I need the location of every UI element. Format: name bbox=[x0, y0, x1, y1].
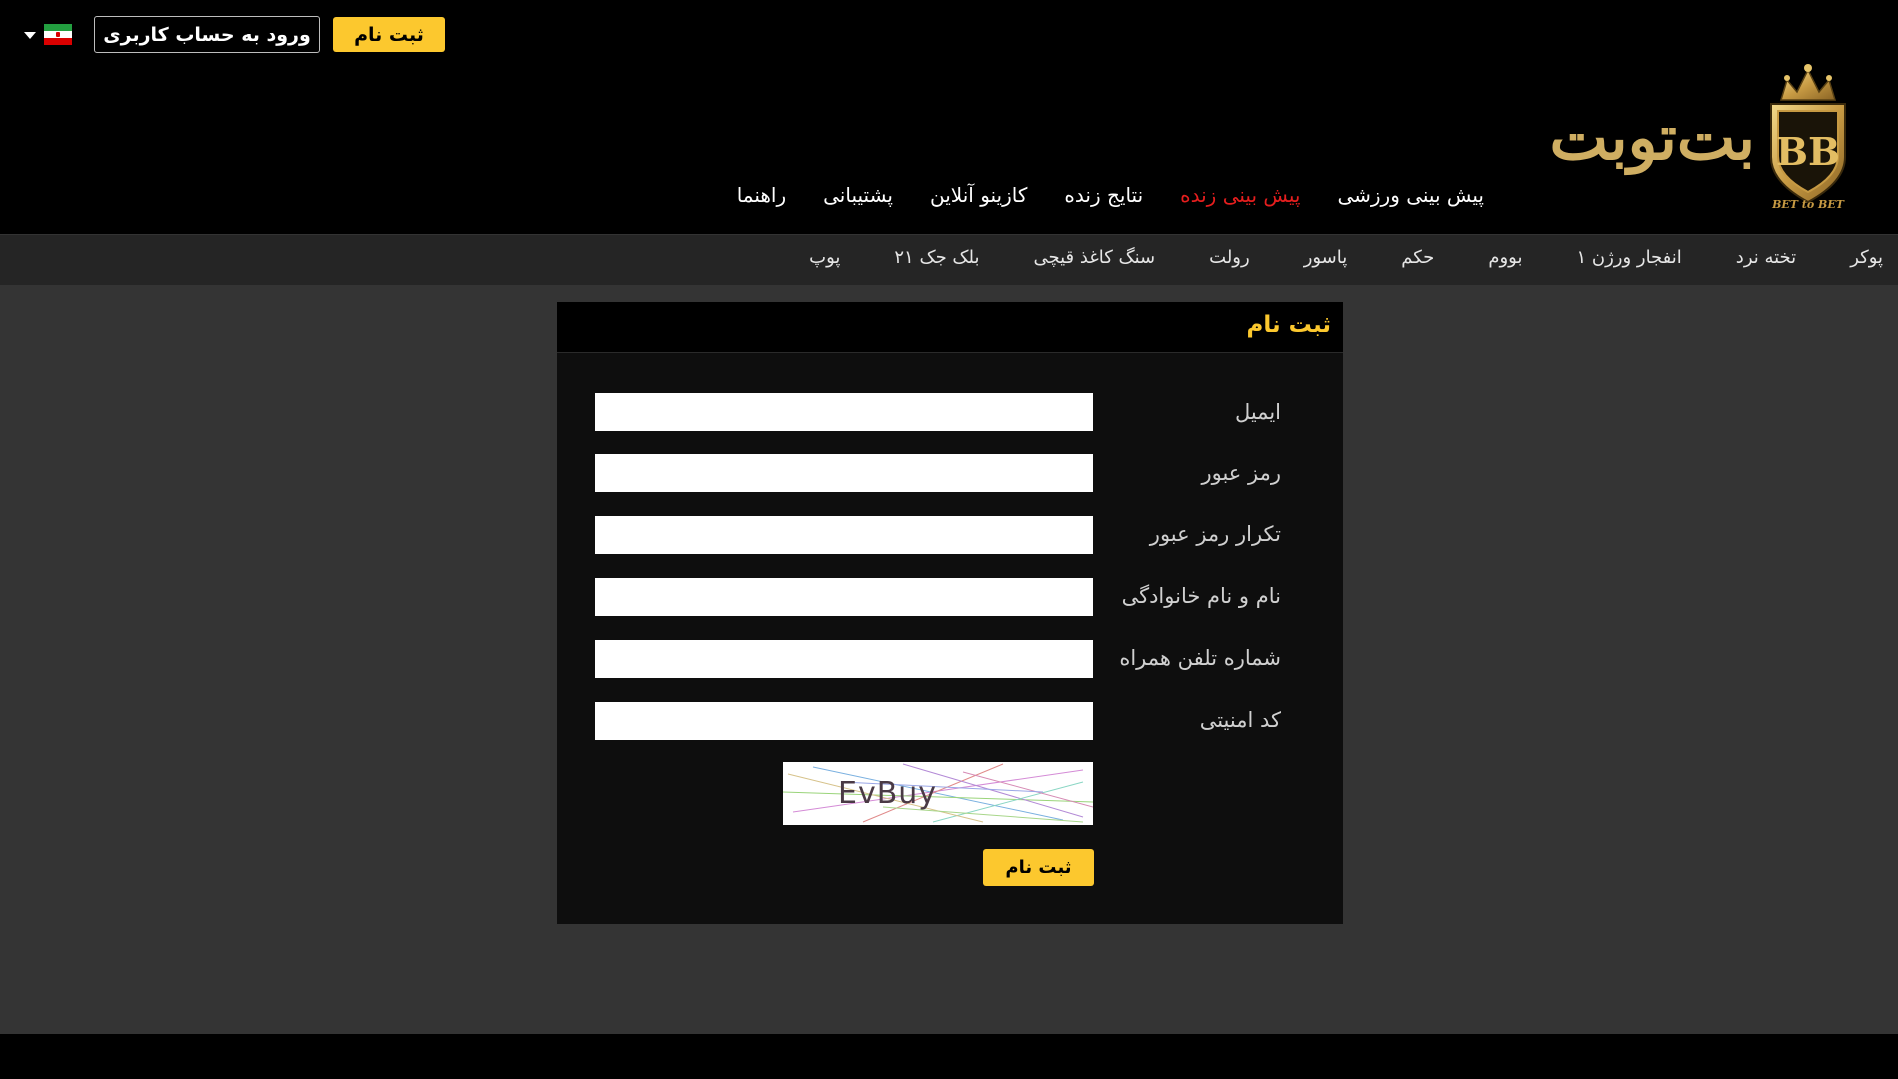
password-confirm-label: تکرار رمز عبور bbox=[1149, 522, 1281, 546]
password-field[interactable] bbox=[595, 454, 1093, 492]
game-link-pasoor[interactable]: پاسور bbox=[1304, 247, 1348, 268]
nav-help[interactable]: راهنما bbox=[737, 183, 786, 207]
game-link-rock-paper-scissors[interactable]: سنگ کاغذ قیچی bbox=[1034, 247, 1156, 268]
crown-shield-emblem: BB BET to BET bbox=[1770, 64, 1846, 211]
mobile-label: شماره تلفن همراه bbox=[1119, 646, 1281, 670]
site-header: ثبت نام ورود به حساب کاربری بت‌توبت bbox=[0, 0, 1898, 234]
game-link-blackjack[interactable]: بلک جک ۲۱ bbox=[894, 247, 979, 268]
game-link-hokm[interactable]: حکم bbox=[1401, 247, 1434, 268]
panel-header: ثبت نام bbox=[557, 302, 1343, 353]
game-link-pop[interactable]: پوپ bbox=[809, 247, 840, 268]
nav-support[interactable]: پشتیبانی bbox=[823, 183, 893, 207]
password-label: رمز عبور bbox=[1201, 461, 1281, 485]
logo-emblem-letters: BB bbox=[1776, 129, 1840, 174]
mobile-field[interactable] bbox=[595, 640, 1093, 678]
nav-live-betting[interactable]: پیش بینی زنده bbox=[1180, 183, 1300, 207]
site-logo[interactable]: بت‌توبت BB BET to BET bbox=[1505, 62, 1853, 214]
logo-tagline: BET to BET bbox=[1771, 198, 1845, 211]
fullname-label: نام و نام خانوادگی bbox=[1121, 584, 1281, 608]
game-link-boom[interactable]: بووم bbox=[1488, 247, 1522, 268]
security-code-label: کد امنیتی bbox=[1199, 708, 1281, 732]
captcha-image: EvBuy bbox=[783, 762, 1093, 825]
registration-panel: ثبت نام ایمیل رمز عبور تکرار رمز عبور نا… bbox=[557, 302, 1343, 924]
game-link-crash[interactable]: انفجار ورژن ۱ bbox=[1576, 247, 1681, 268]
security-code-field[interactable] bbox=[595, 702, 1093, 740]
game-link-poker[interactable]: پوکر bbox=[1850, 247, 1883, 268]
panel-title: ثبت نام bbox=[1246, 312, 1331, 338]
game-link-backgammon[interactable]: تخته نرد bbox=[1736, 247, 1796, 268]
nav-online-casino[interactable]: کازینو آنلاین bbox=[930, 183, 1027, 207]
email-field[interactable] bbox=[595, 393, 1093, 431]
email-label: ایمیل bbox=[1234, 400, 1281, 424]
nav-sports-betting[interactable]: پیش بینی ورزشی bbox=[1337, 183, 1484, 207]
language-selector[interactable] bbox=[24, 24, 76, 46]
caret-down-icon bbox=[24, 32, 36, 39]
games-navigation: پوکر تخته نرد انفجار ورژن ۱ بووم حکم پاس… bbox=[0, 234, 1898, 285]
register-button[interactable]: ثبت نام bbox=[333, 17, 445, 52]
captcha-noise-lines bbox=[783, 763, 1093, 823]
logo-wordmark: بت‌توبت bbox=[1549, 101, 1757, 174]
submit-register-button[interactable]: ثبت نام bbox=[983, 849, 1094, 886]
iran-flag-icon bbox=[44, 24, 72, 45]
site-footer bbox=[0, 1034, 1898, 1079]
game-link-roulette[interactable]: رولت bbox=[1209, 247, 1250, 268]
fullname-field[interactable] bbox=[595, 578, 1093, 616]
login-button[interactable]: ورود به حساب کاربری bbox=[94, 16, 320, 53]
captcha-text: EvBuy bbox=[838, 776, 938, 811]
main-navigation: پیش بینی ورزشی پیش بینی زنده نتایج زنده … bbox=[737, 183, 1484, 207]
password-confirm-field[interactable] bbox=[595, 516, 1093, 554]
nav-live-results[interactable]: نتایج زنده bbox=[1064, 183, 1143, 207]
